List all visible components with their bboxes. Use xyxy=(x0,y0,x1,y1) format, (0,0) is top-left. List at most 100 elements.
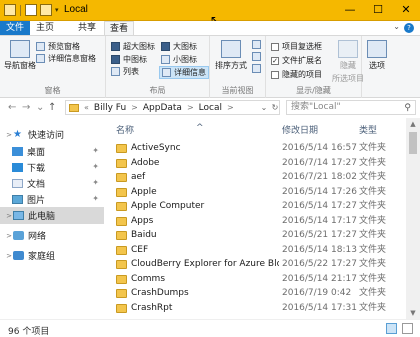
nav-item-pictures[interactable]: 图片 ✦ xyxy=(0,191,104,208)
breadcrumb-separator[interactable]: > xyxy=(131,103,138,112)
hidden-items-checkbox[interactable] xyxy=(271,70,279,79)
table-row[interactable]: CrashRpt 2016/5/14 17:31 文件夹 xyxy=(104,302,406,315)
table-row[interactable]: Baidu 2016/5/21 17:27 文件夹 xyxy=(104,229,406,242)
folder-icon xyxy=(116,260,127,269)
table-row[interactable]: Adobe 2016/7/14 17:27 文件夹 xyxy=(104,157,406,170)
tab-share[interactable]: 共享 xyxy=(74,21,100,35)
nav-item-documents[interactable]: 文档 ✦ xyxy=(0,175,104,192)
pin-icon[interactable]: ✦ xyxy=(92,162,99,171)
minimize-button[interactable]: — xyxy=(336,0,364,21)
table-row[interactable]: ActiveSync 2016/5/14 16:57 文件夹 xyxy=(104,142,406,155)
nav-item-this-pc[interactable]: > 此电脑 xyxy=(0,207,104,224)
address-bar[interactable]: « Billy Fu > AppData > Local > xyxy=(65,100,280,115)
scroll-down-icon[interactable]: ▼ xyxy=(406,307,420,319)
small-icons-icon xyxy=(161,55,170,64)
add-columns-button[interactable] xyxy=(252,52,261,61)
nav-item-label: 家庭组 xyxy=(28,252,56,262)
breadcrumb-separator[interactable]: > xyxy=(187,103,194,112)
pictures-icon xyxy=(12,195,23,204)
breadcrumb-separator[interactable]: > xyxy=(227,103,234,112)
nav-item-desktop[interactable]: 桌面 ✦ xyxy=(0,143,104,160)
layout-xl-icons[interactable]: 超大图标 xyxy=(111,41,155,52)
hide-selected-button[interactable]: 隐藏 所选项目 xyxy=(332,40,364,84)
table-row[interactable]: CloudBerry Explorer for Azure Blob S...2… xyxy=(104,258,406,271)
window-title: Local xyxy=(64,4,88,15)
sort-by-button[interactable]: 排序方式 xyxy=(215,40,247,71)
details-view-icon[interactable] xyxy=(386,323,397,334)
file-type: 文件夹 xyxy=(359,157,387,168)
expand-chevron-icon[interactable]: > xyxy=(5,232,13,240)
column-header-type[interactable]: 类型 xyxy=(359,123,377,136)
tab-file[interactable]: 文件 xyxy=(0,21,30,35)
nav-item-network[interactable]: > 网络 xyxy=(0,227,104,244)
up-arrow-icon[interactable]: ↑ xyxy=(48,102,56,113)
expand-ribbon-icon[interactable]: ⌄ xyxy=(393,22,400,31)
layout-details[interactable]: 详细信息 xyxy=(159,66,209,79)
details-pane-button[interactable]: 详细信息窗格 xyxy=(36,53,96,64)
new-folder-icon[interactable] xyxy=(40,4,52,16)
file-type: 文件夹 xyxy=(359,172,387,182)
search-input[interactable]: 搜索"Local" ⚲ xyxy=(286,100,416,115)
vertical-scrollbar[interactable]: ▲ ▼ xyxy=(406,118,420,319)
table-row[interactable]: CEF 2016/5/14 18:13 文件夹 xyxy=(104,244,406,257)
column-header-date[interactable]: 修改日期 xyxy=(282,123,318,136)
more-locations-icon[interactable]: « xyxy=(84,103,89,112)
customize-toolbar-chevron-icon[interactable]: ▾ xyxy=(55,6,59,14)
table-row[interactable]: CrashDumps 2016/7/19 0:42 文件夹 xyxy=(104,287,406,300)
scroll-up-icon[interactable]: ▲ xyxy=(406,118,420,130)
help-icon[interactable]: ? xyxy=(404,23,414,33)
layout-list[interactable]: 列表 xyxy=(111,66,139,77)
maximize-button[interactable]: ☐ xyxy=(364,0,392,21)
expand-chevron-icon[interactable]: > xyxy=(5,212,13,220)
options-label: 选项 xyxy=(369,61,385,70)
layout-small-icons[interactable]: 小图标 xyxy=(161,54,197,65)
file-date: 2016/5/14 21:17 xyxy=(282,273,357,284)
pin-icon[interactable]: ✦ xyxy=(92,146,99,155)
search-icon[interactable]: ⚲ xyxy=(404,102,411,115)
column-header-name[interactable]: 名称 xyxy=(116,123,134,136)
file-extensions-label: 文件扩展名 xyxy=(282,56,322,65)
item-checkboxes-checkbox[interactable] xyxy=(271,42,279,51)
options-button[interactable]: 选项 xyxy=(367,40,387,71)
large-icons-label: 大图标 xyxy=(173,42,197,51)
nav-item-quick-access[interactable]: > ★ 快速访问 xyxy=(0,126,104,143)
refresh-icon[interactable]: ↻ xyxy=(269,100,281,115)
file-extensions-toggle[interactable]: ✓ 文件扩展名 xyxy=(271,55,322,66)
group-by-button[interactable] xyxy=(252,40,261,49)
scroll-thumb[interactable] xyxy=(409,132,417,154)
nav-pane-button[interactable]: 导航窗格 xyxy=(4,40,36,71)
close-button[interactable]: ✕ xyxy=(392,0,420,21)
layout-large-icons[interactable]: 大图标 xyxy=(161,41,197,52)
large-icons-view-icon[interactable] xyxy=(402,323,413,334)
table-row[interactable]: Apple 2016/5/14 17:26 文件夹 xyxy=(104,186,406,199)
layout-medium-icons[interactable]: 中图标 xyxy=(111,54,147,65)
file-extensions-checkbox[interactable]: ✓ xyxy=(271,56,279,65)
forward-arrow-icon[interactable]: → xyxy=(22,102,30,113)
tab-home[interactable]: 主页 xyxy=(32,21,58,35)
current-view-group: 排序方式 当前视图 xyxy=(210,36,266,98)
breadcrumb-local[interactable]: Local xyxy=(199,103,222,113)
table-row[interactable]: Apple Computer 2016/5/14 17:27 文件夹 xyxy=(104,200,406,213)
nav-item-homegroup[interactable]: > 家庭组 xyxy=(0,247,104,264)
recent-locations-chevron-icon[interactable]: ⌄ xyxy=(36,102,44,113)
nav-item-downloads[interactable]: 下载 ✦ xyxy=(0,159,104,176)
pin-icon[interactable]: ✦ xyxy=(92,194,99,203)
file-name: Apple Computer xyxy=(131,201,205,211)
file-date: 2016/5/14 17:27 xyxy=(282,201,357,211)
properties-icon[interactable] xyxy=(25,4,37,16)
tab-view[interactable]: 查看 xyxy=(104,21,134,35)
back-arrow-icon[interactable]: ← xyxy=(8,102,16,113)
hidden-items-toggle[interactable]: 隐藏的项目 xyxy=(271,69,322,80)
pin-icon[interactable]: ✦ xyxy=(92,178,99,187)
preview-pane-button[interactable]: 预览窗格 xyxy=(36,41,80,52)
breadcrumb-user[interactable]: Billy Fu xyxy=(94,103,126,113)
file-date: 2016/5/21 17:27 xyxy=(282,230,357,240)
item-checkboxes-toggle[interactable]: 项目复选框 xyxy=(271,41,322,52)
table-row[interactable]: Apps 2016/5/14 17:17 文件夹 xyxy=(104,215,406,228)
table-row[interactable]: aef 2016/7/21 18:02 文件夹 xyxy=(104,171,406,184)
breadcrumb-appdata[interactable]: AppData xyxy=(143,103,182,113)
expand-chevron-icon[interactable]: > xyxy=(5,252,13,260)
size-columns-button[interactable] xyxy=(252,64,261,73)
expand-chevron-icon[interactable]: > xyxy=(5,131,13,139)
table-row[interactable]: Comms 2016/5/14 21:17 文件夹 xyxy=(104,273,406,286)
